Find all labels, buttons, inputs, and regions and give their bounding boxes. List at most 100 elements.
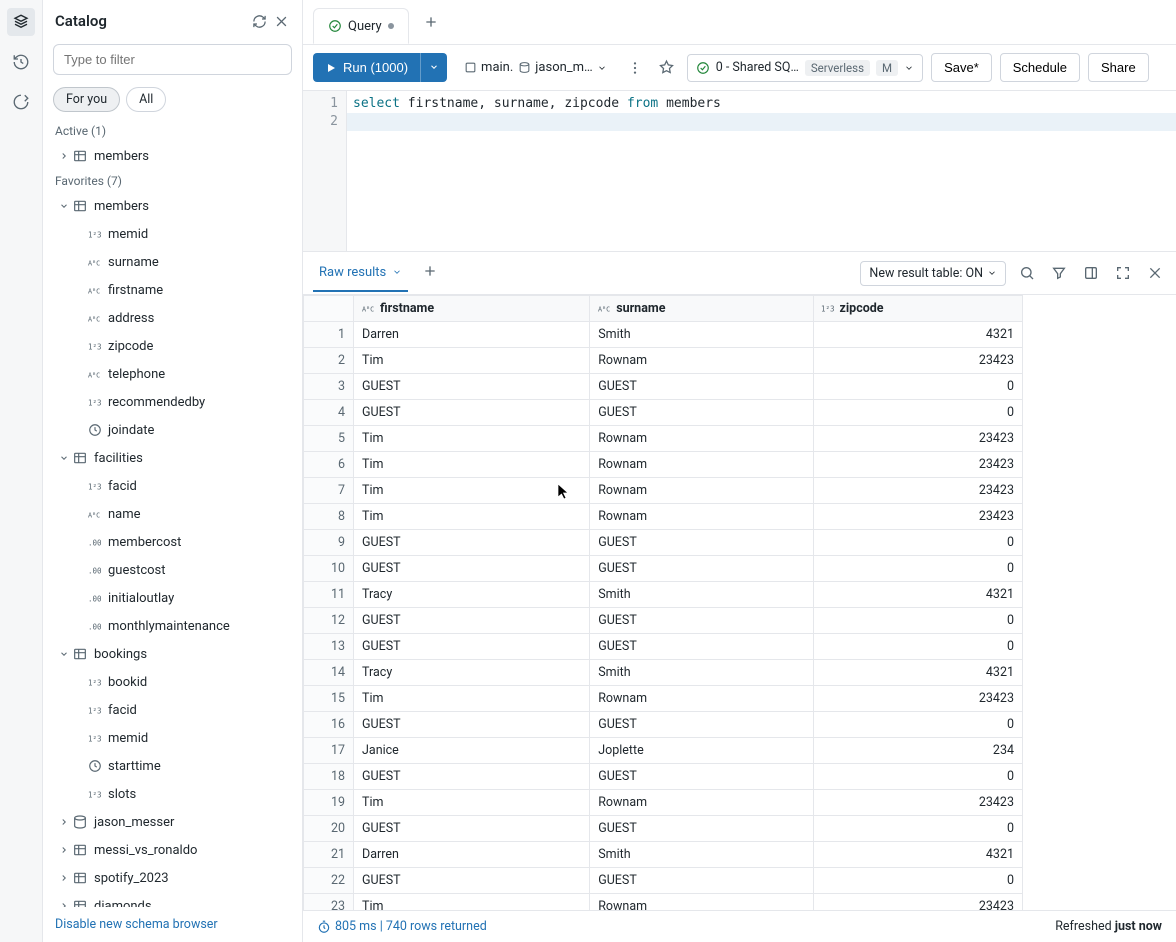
table-row[interactable]: 14TracySmith4321	[304, 660, 1023, 686]
query-toolbar: Run (1000) main. jason_m… 0 - Shared SQ……	[303, 45, 1176, 91]
table-row[interactable]: 17JaniceJoplette234	[304, 738, 1023, 764]
table-row[interactable]: 4GUESTGUEST0	[304, 400, 1023, 426]
svg-text:AᴮC: AᴮC	[88, 259, 100, 267]
close-results-icon[interactable]	[1144, 262, 1166, 284]
type-icon: 1²3	[87, 338, 103, 354]
table-row[interactable]: 15TimRownam23423	[304, 686, 1023, 712]
filter-icon[interactable]	[1048, 262, 1070, 284]
column-header[interactable]: AᴮCfirstname	[354, 296, 590, 322]
tree-column[interactable]: 1²3recommendedby	[43, 388, 302, 416]
tree-node[interactable]: members	[43, 142, 302, 170]
panel-icon[interactable]	[1080, 262, 1102, 284]
table-row[interactable]: 8TimRownam23423	[304, 504, 1023, 530]
table-row[interactable]: 2TimRownam23423	[304, 348, 1023, 374]
raw-results-tab[interactable]: Raw results	[313, 255, 408, 292]
tree-column[interactable]: 1²3zipcode	[43, 332, 302, 360]
type-icon: 1²3	[87, 478, 103, 494]
sql-editor[interactable]: 12 select firstname, surname, zipcode fr…	[303, 91, 1176, 251]
share-button[interactable]: Share	[1088, 53, 1149, 82]
assistant-rail-icon[interactable]	[7, 88, 35, 116]
tree-node[interactable]: spotify_2023	[43, 864, 302, 892]
tree-node[interactable]: bookings	[43, 640, 302, 668]
schedule-button[interactable]: Schedule	[1000, 53, 1080, 82]
table-row[interactable]: 19TimRownam23423	[304, 790, 1023, 816]
tab-query[interactable]: Query	[313, 8, 409, 44]
run-button[interactable]: Run (1000)	[313, 53, 420, 82]
add-results-tab-button[interactable]	[422, 263, 438, 283]
context-picker[interactable]: main. jason_m…	[455, 56, 615, 79]
table-row[interactable]: 6TimRownam23423	[304, 452, 1023, 478]
table-row[interactable]: 11TracySmith4321	[304, 582, 1023, 608]
table-icon	[71, 449, 89, 467]
save-button[interactable]: Save*	[931, 53, 992, 82]
type-icon: 1²3	[87, 730, 103, 746]
kebab-menu-icon[interactable]	[623, 56, 647, 80]
tab-label: Query	[348, 19, 382, 34]
tree-column[interactable]: joindate	[43, 416, 302, 444]
column-header[interactable]: 1²3zipcode	[813, 296, 1023, 322]
left-rail	[0, 0, 43, 942]
table-row[interactable]: 3GUESTGUEST0	[304, 374, 1023, 400]
search-results-icon[interactable]	[1016, 262, 1038, 284]
tree-node[interactable]: messi_vs_ronaldo	[43, 836, 302, 864]
table-row[interactable]: 5TimRownam23423	[304, 426, 1023, 452]
tree-column[interactable]: .00monthlymaintenance	[43, 612, 302, 640]
star-icon[interactable]	[655, 56, 679, 80]
tree-column[interactable]: 1²3facid	[43, 696, 302, 724]
close-sidebar-icon[interactable]	[270, 10, 292, 32]
table-row[interactable]: 16GUESTGUEST0	[304, 712, 1023, 738]
table-row[interactable]: 13GUESTGUEST0	[304, 634, 1023, 660]
tree-column[interactable]: 1²3memid	[43, 724, 302, 752]
compute-picker[interactable]: 0 - Shared SQ… Serverless M	[687, 54, 923, 82]
svg-text:.00: .00	[88, 566, 102, 575]
tree-column[interactable]: starttime	[43, 752, 302, 780]
type-icon: AᴮC	[87, 310, 103, 326]
column-header[interactable]: AᴮCsurname	[590, 296, 813, 322]
type-icon: AᴮC	[87, 254, 103, 270]
tree-column[interactable]: 1²3memid	[43, 220, 302, 248]
filter-input[interactable]	[53, 44, 292, 75]
table-row[interactable]: 1DarrenSmith4321	[304, 322, 1023, 348]
expand-icon[interactable]	[1112, 262, 1134, 284]
table-row[interactable]: 22GUESTGUEST0	[304, 868, 1023, 894]
table-row[interactable]: 20GUESTGUEST0	[304, 816, 1023, 842]
tree-column[interactable]: 1²3facid	[43, 472, 302, 500]
chip-for-you[interactable]: For you	[53, 87, 120, 112]
type-icon: .00	[87, 534, 103, 550]
tree-column[interactable]: AᴮCaddress	[43, 304, 302, 332]
chip-all[interactable]: All	[126, 87, 166, 112]
disable-schema-browser-link[interactable]: Disable new schema browser	[55, 917, 218, 932]
type-icon	[87, 758, 103, 774]
tree-column[interactable]: .00initialoutlay	[43, 584, 302, 612]
table-row[interactable]: 18GUESTGUEST0	[304, 764, 1023, 790]
add-tab-button[interactable]	[419, 10, 443, 34]
svg-text:1²3: 1²3	[88, 706, 102, 715]
unsaved-dot-icon	[388, 23, 394, 29]
tree-column[interactable]: 1²3slots	[43, 780, 302, 808]
table-row[interactable]: 7TimRownam23423	[304, 478, 1023, 504]
tree-node[interactable]: facilities	[43, 444, 302, 472]
table-icon	[71, 147, 89, 165]
tree-column[interactable]: AᴮCfirstname	[43, 276, 302, 304]
tree-node[interactable]: diamonds	[43, 892, 302, 907]
table-row[interactable]: 12GUESTGUEST0	[304, 608, 1023, 634]
run-dropdown-button[interactable]	[420, 53, 447, 82]
tree-column[interactable]: AᴮCtelephone	[43, 360, 302, 388]
refresh-icon[interactable]	[248, 10, 270, 32]
svg-text:1²3: 1²3	[88, 342, 102, 351]
tree-column[interactable]: AᴮCname	[43, 500, 302, 528]
tree-column[interactable]: 1²3bookid	[43, 668, 302, 696]
history-rail-icon[interactable]	[7, 48, 35, 76]
catalog-rail-icon[interactable]	[7, 8, 35, 36]
table-row[interactable]: 9GUESTGUEST0	[304, 530, 1023, 556]
table-row[interactable]: 21DarrenSmith4321	[304, 842, 1023, 868]
table-row[interactable]: 10GUESTGUEST0	[304, 556, 1023, 582]
table-row[interactable]: 23TimRownam23423	[304, 894, 1023, 911]
tree-column[interactable]: .00guestcost	[43, 556, 302, 584]
tree-column[interactable]: .00membercost	[43, 528, 302, 556]
results-grid[interactable]: AᴮCfirstnameAᴮCsurname1²3zipcode 1Darren…	[303, 295, 1176, 910]
tree-node[interactable]: jason_messer	[43, 808, 302, 836]
tree-column[interactable]: AᴮCsurname	[43, 248, 302, 276]
tree-node[interactable]: members	[43, 192, 302, 220]
new-result-table-toggle[interactable]: New result table: ON	[860, 261, 1006, 286]
